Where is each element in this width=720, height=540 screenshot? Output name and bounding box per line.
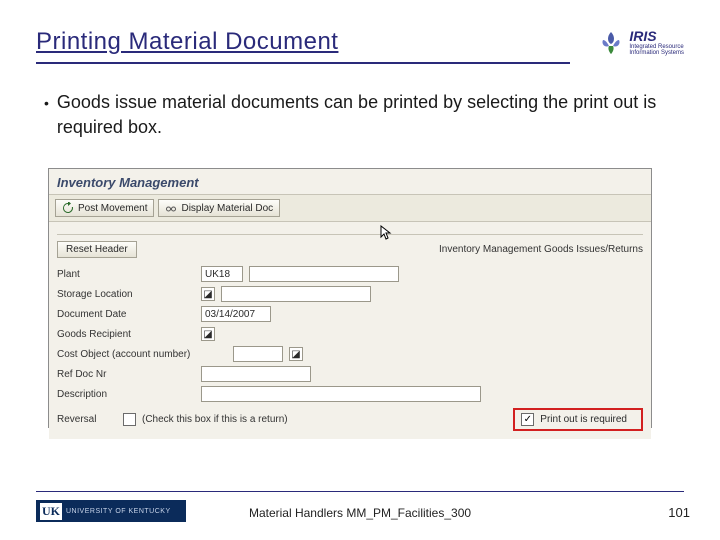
storage-input[interactable] bbox=[221, 286, 371, 302]
app-title: Inventory Management bbox=[49, 169, 651, 194]
description-input[interactable] bbox=[201, 386, 481, 402]
storage-picker[interactable]: ◪ bbox=[201, 287, 215, 301]
refresh-icon bbox=[62, 202, 74, 214]
recipient-label: Goods Recipient bbox=[57, 329, 195, 340]
iris-flower-icon bbox=[597, 30, 625, 54]
plant-input[interactable]: UK18 bbox=[201, 266, 243, 282]
post-movement-button[interactable]: Post Movement bbox=[55, 199, 154, 217]
reversal-group: Reversal (Check this box if this is a re… bbox=[57, 413, 288, 426]
printout-checkbox[interactable]: ✓ bbox=[521, 413, 534, 426]
app-toolbar: Post Movement Display Material Doc bbox=[49, 194, 651, 222]
footer-rule bbox=[36, 491, 684, 492]
logo-text: IRIS bbox=[629, 28, 684, 44]
row-plant: Plant UK18 bbox=[57, 264, 643, 284]
reset-header-button[interactable]: Reset Header bbox=[57, 241, 137, 258]
row-refdoc: Ref Doc Nr bbox=[57, 364, 643, 384]
page-number: 101 bbox=[668, 505, 690, 520]
glasses-icon bbox=[165, 202, 177, 214]
bullet-text: Goods issue material documents can be pr… bbox=[57, 90, 660, 140]
printout-highlight: ✓ Print out is required bbox=[513, 408, 643, 431]
iris-logo: IRIS Integrated Resource Information Sys… bbox=[597, 28, 684, 56]
reversal-hint: (Check this box if this is a return) bbox=[142, 414, 288, 425]
reset-header-label: Reset Header bbox=[66, 244, 128, 255]
docdate-label: Document Date bbox=[57, 309, 195, 320]
row-bottom: Reversal (Check this box if this is a re… bbox=[57, 408, 643, 431]
mode-title: Inventory Management Goods Issues/Return… bbox=[439, 244, 643, 255]
row-docdate: Document Date 03/14/2007 bbox=[57, 304, 643, 324]
plant-label: Plant bbox=[57, 269, 195, 280]
reversal-checkbox[interactable] bbox=[123, 413, 136, 426]
row-description: Description bbox=[57, 384, 643, 404]
reversal-label: Reversal bbox=[57, 414, 117, 425]
recipient-picker[interactable]: ◪ bbox=[201, 327, 215, 341]
slide: Printing Material Document IRIS Integrat… bbox=[0, 0, 720, 540]
display-material-button[interactable]: Display Material Doc bbox=[158, 199, 280, 217]
storage-label: Storage Location bbox=[57, 289, 195, 300]
row-storage: Storage Location ◪ bbox=[57, 284, 643, 304]
docdate-value: 03/14/2007 bbox=[205, 309, 255, 320]
footer-center: Material Handlers MM_PM_Facilities_300 bbox=[0, 506, 720, 520]
plant-value: UK18 bbox=[205, 269, 230, 280]
bullet-dot: • bbox=[44, 90, 49, 140]
docdate-input[interactable]: 03/14/2007 bbox=[201, 306, 271, 322]
cursor-icon bbox=[379, 225, 395, 241]
post-movement-label: Post Movement bbox=[78, 203, 147, 214]
row-recipient: Goods Recipient ◪ bbox=[57, 324, 643, 344]
description-label: Description bbox=[57, 389, 195, 400]
body-topline: Reset Header Inventory Management Goods … bbox=[57, 239, 643, 264]
refdoc-label: Ref Doc Nr bbox=[57, 369, 195, 380]
costobject-label: Cost Object (account number) bbox=[57, 349, 227, 360]
plant-desc-input[interactable] bbox=[249, 266, 399, 282]
app-body: Reset Header Inventory Management Goods … bbox=[49, 222, 651, 439]
separator bbox=[57, 234, 643, 235]
row-costobject: Cost Object (account number) ◪ bbox=[57, 344, 643, 364]
app-screenshot: Inventory Management Post Movement Displ… bbox=[48, 168, 652, 428]
costobject-input[interactable] bbox=[233, 346, 283, 362]
refdoc-input[interactable] bbox=[201, 366, 311, 382]
header: Printing Material Document IRIS Integrat… bbox=[36, 28, 684, 56]
printout-label: Print out is required bbox=[540, 414, 627, 425]
page-title: Printing Material Document bbox=[36, 28, 338, 56]
display-material-label: Display Material Doc bbox=[181, 203, 273, 214]
header-rule bbox=[36, 62, 570, 64]
logo-sub2: Information Systems bbox=[629, 50, 684, 56]
costobject-picker[interactable]: ◪ bbox=[289, 347, 303, 361]
bullet-item: • Goods issue material documents can be … bbox=[44, 90, 660, 140]
